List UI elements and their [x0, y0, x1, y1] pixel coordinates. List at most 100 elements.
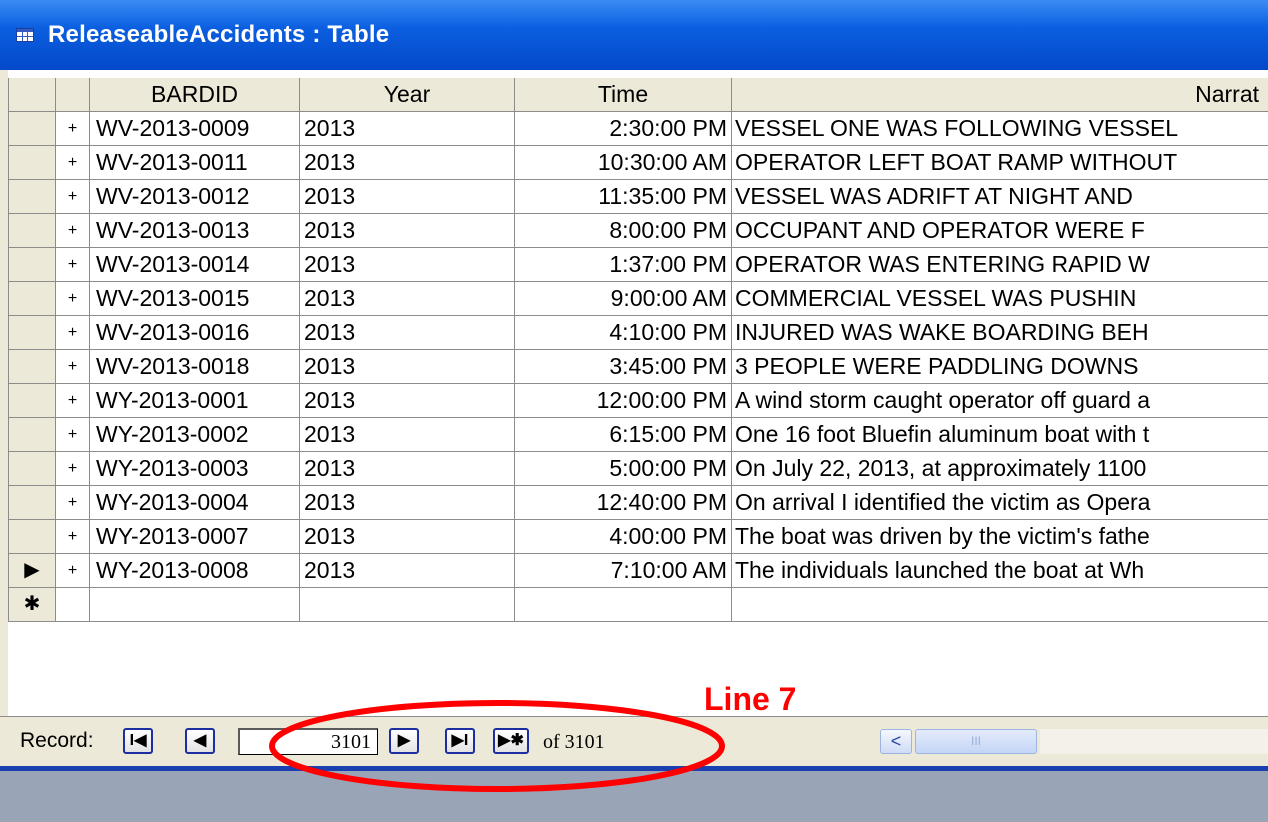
row-selector[interactable]	[8, 282, 56, 316]
row-selector[interactable]	[8, 418, 56, 452]
cell-bardid[interactable]: WY-2013-0003	[90, 452, 300, 486]
cell-year[interactable]: 2013	[300, 214, 515, 248]
cell-narrative[interactable]: INJURED WAS WAKE BOARDING BEH	[732, 316, 1268, 350]
cell-narrative[interactable]: OPERATOR WAS ENTERING RAPID W	[732, 248, 1268, 282]
row-selector[interactable]	[8, 486, 56, 520]
row-selector[interactable]	[8, 180, 56, 214]
column-header-narrative[interactable]: Narrat	[732, 78, 1268, 112]
new-record-row[interactable]: ✱	[0, 588, 1268, 622]
cell-time[interactable]: 3:45:00 PM	[515, 350, 732, 384]
row-selector[interactable]	[8, 214, 56, 248]
expand-plus-icon[interactable]: +	[56, 146, 90, 180]
row-selector[interactable]: ▶	[8, 554, 56, 588]
row-selector[interactable]	[8, 520, 56, 554]
cell-bardid[interactable]: WV-2013-0011	[90, 146, 300, 180]
expand-plus-icon[interactable]: +	[56, 350, 90, 384]
cell-time[interactable]: 11:35:00 PM	[515, 180, 732, 214]
last-record-button[interactable]: ▶I	[445, 728, 475, 754]
cell-year[interactable]: 2013	[300, 418, 515, 452]
table-row[interactable]: + WV-2013-0009 2013 2:30:00 PM VESSEL ONE WA…	[0, 112, 1268, 146]
table-row[interactable]: + WV-2013-0013 2013 8:00:00 PM OCCUPANT AND …	[0, 214, 1268, 248]
window-titlebar[interactable]: ReleaseableAccidents : Table	[0, 0, 1268, 70]
cell-bardid[interactable]: WV-2013-0012	[90, 180, 300, 214]
cell-bardid[interactable]: WY-2013-0008	[90, 554, 300, 588]
cell-narrative[interactable]: VESSEL ONE WAS FOLLOWING VESSEL	[732, 112, 1268, 146]
table-row[interactable]: + WV-2013-0018 2013 3:45:00 PM 3 PEOPLE WERE…	[0, 350, 1268, 384]
row-selector[interactable]	[8, 248, 56, 282]
cell-narrative[interactable]: One 16 foot Bluefin aluminum boat with t	[732, 418, 1268, 452]
table-row[interactable]: + WY-2013-0001 2013 12:00:00 PM A wind storm…	[0, 384, 1268, 418]
expand-plus-icon[interactable]: +	[56, 452, 90, 486]
expand-plus-icon[interactable]: +	[56, 554, 90, 588]
cell-narrative[interactable]: On arrival I identified the victim as Op…	[732, 486, 1268, 520]
previous-record-button[interactable]: ◀	[185, 728, 215, 754]
cell-bardid[interactable]: WV-2013-0016	[90, 316, 300, 350]
cell-time[interactable]: 12:40:00 PM	[515, 486, 732, 520]
cell-year[interactable]: 2013	[300, 384, 515, 418]
cell-bardid[interactable]: WV-2013-0014	[90, 248, 300, 282]
cell-narrative[interactable]: The individuals launched the boat at Wh	[732, 554, 1268, 588]
cell-time[interactable]: 1:37:00 PM	[515, 248, 732, 282]
cell-year[interactable]: 2013	[300, 316, 515, 350]
expand-plus-icon[interactable]: +	[56, 248, 90, 282]
column-header-bardid[interactable]: BARDID	[90, 78, 300, 112]
row-selector[interactable]	[8, 452, 56, 486]
expand-plus-icon[interactable]: +	[56, 486, 90, 520]
horizontal-scroll-track[interactable]	[1040, 729, 1268, 754]
cell-time[interactable]: 8:00:00 PM	[515, 214, 732, 248]
record-number-input[interactable]: 3101	[238, 728, 378, 755]
new-cell-bardid[interactable]	[90, 588, 300, 622]
cell-time[interactable]: 9:00:00 AM	[515, 282, 732, 316]
horizontal-scroll-thumb[interactable]: III	[915, 729, 1037, 754]
scroll-left-arrow-icon[interactable]: <	[880, 729, 912, 754]
cell-time[interactable]: 10:30:00 AM	[515, 146, 732, 180]
cell-time[interactable]: 12:00:00 PM	[515, 384, 732, 418]
cell-year[interactable]: 2013	[300, 350, 515, 384]
table-row[interactable]: + WY-2013-0004 2013 12:40:00 PM On arrival I…	[0, 486, 1268, 520]
new-cell-narrative[interactable]	[732, 588, 1268, 622]
cell-year[interactable]: 2013	[300, 520, 515, 554]
cell-year[interactable]: 2013	[300, 112, 515, 146]
cell-year[interactable]: 2013	[300, 146, 515, 180]
cell-narrative[interactable]: COMMERCIAL VESSEL WAS PUSHIN	[732, 282, 1268, 316]
expand-plus-icon[interactable]: +	[56, 384, 90, 418]
cell-time[interactable]: 5:00:00 PM	[515, 452, 732, 486]
table-row[interactable]: + WV-2013-0011 2013 10:30:00 AM OPERATOR LEF…	[0, 146, 1268, 180]
row-selector[interactable]	[8, 350, 56, 384]
cell-year[interactable]: 2013	[300, 554, 515, 588]
cell-bardid[interactable]: WV-2013-0015	[90, 282, 300, 316]
cell-narrative[interactable]: VESSEL WAS ADRIFT AT NIGHT AND	[732, 180, 1268, 214]
new-record-button[interactable]: ▶✱	[493, 728, 529, 754]
select-all-corner[interactable]	[8, 78, 56, 112]
expand-plus-icon[interactable]: +	[56, 418, 90, 452]
expand-plus-icon[interactable]: +	[56, 316, 90, 350]
cell-narrative[interactable]: On July 22, 2013, at approximately 1100	[732, 452, 1268, 486]
cell-time[interactable]: 7:10:00 AM	[515, 554, 732, 588]
cell-year[interactable]: 2013	[300, 486, 515, 520]
new-cell-year[interactable]	[300, 588, 515, 622]
cell-bardid[interactable]: WY-2013-0007	[90, 520, 300, 554]
new-cell-time[interactable]	[515, 588, 732, 622]
cell-year[interactable]: 2013	[300, 452, 515, 486]
cell-bardid[interactable]: WY-2013-0004	[90, 486, 300, 520]
table-row[interactable]: + WV-2013-0015 2013 9:00:00 AM COMMERCIAL VE…	[0, 282, 1268, 316]
cell-year[interactable]: 2013	[300, 282, 515, 316]
row-selector[interactable]	[8, 384, 56, 418]
cell-time[interactable]: 4:10:00 PM	[515, 316, 732, 350]
cell-time[interactable]: 2:30:00 PM	[515, 112, 732, 146]
column-header-time[interactable]: Time	[515, 78, 732, 112]
table-row[interactable]: + WV-2013-0016 2013 4:10:00 PM INJURED WAS W…	[0, 316, 1268, 350]
cell-narrative[interactable]: OCCUPANT AND OPERATOR WERE F	[732, 214, 1268, 248]
cell-narrative[interactable]: A wind storm caught operator off guard a	[732, 384, 1268, 418]
new-row-marker-icon[interactable]: ✱	[8, 588, 56, 622]
table-row[interactable]: + WV-2013-0012 2013 11:35:00 PM VESSEL WAS A…	[0, 180, 1268, 214]
expand-plus-icon[interactable]: +	[56, 214, 90, 248]
cell-bardid[interactable]: WY-2013-0002	[90, 418, 300, 452]
cell-narrative[interactable]: The boat was driven by the victim's fath…	[732, 520, 1268, 554]
expand-plus-icon[interactable]: +	[56, 112, 90, 146]
expand-plus-icon[interactable]: +	[56, 180, 90, 214]
first-record-button[interactable]: I◀	[123, 728, 153, 754]
table-row[interactable]: + WV-2013-0014 2013 1:37:00 PM OPERATOR WAS …	[0, 248, 1268, 282]
table-row[interactable]: + WY-2013-0007 2013 4:00:00 PM The boat was …	[0, 520, 1268, 554]
cell-narrative[interactable]: 3 PEOPLE WERE PADDLING DOWNS	[732, 350, 1268, 384]
